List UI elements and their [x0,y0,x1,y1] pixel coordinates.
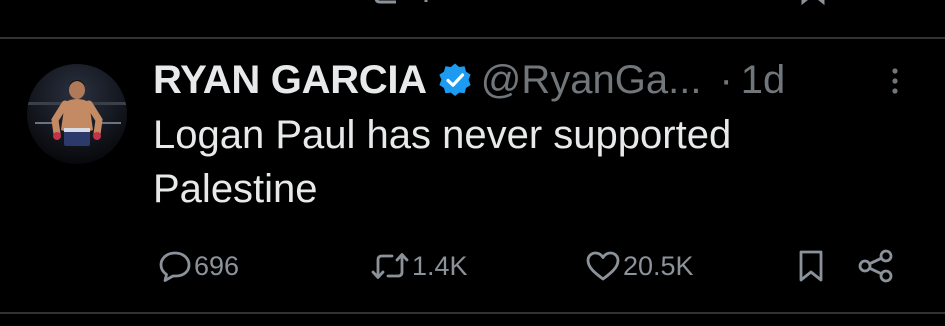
handle[interactable]: @RyanGa... [481,58,702,103]
like-button[interactable]: 20.5K [585,244,694,288]
retweet-button[interactable]: 1.4K [370,244,468,288]
reply-count: 696 [194,250,240,281]
share-button[interactable] [857,244,895,288]
timestamp[interactable]: 1d [741,58,786,103]
reply-button[interactable]: 696 [158,244,239,288]
separator-dot: · [719,57,733,102]
retweet-icon [370,251,410,281]
display-name[interactable]: RYAN GARCIA [153,58,427,103]
top-divider [0,37,945,39]
previous-like-icon[interactable] [594,0,674,6]
share-icon [857,249,895,283]
verified-icon [437,62,473,98]
previous-bookmark-icon[interactable] [800,0,826,6]
retweet-count: 1.4K [412,250,468,281]
timeline: RYAN GARCIA @RyanGa... · 1d Logan Paul h… [0,0,945,326]
previous-retweet-icon[interactable] [372,0,432,6]
avatar[interactable] [27,64,127,164]
previous-share-icon[interactable] [860,0,894,6]
tweet[interactable]: RYAN GARCIA @RyanGa... · 1d Logan Paul h… [0,40,945,310]
more-icon[interactable] [884,66,906,96]
like-count: 20.5K [623,250,694,281]
bookmark-button[interactable] [797,244,825,288]
like-icon [585,250,621,282]
tweet-text: Logan Paul has never supported Palestine [153,113,732,211]
bottom-divider [0,312,945,314]
reply-icon [158,250,192,282]
bookmark-icon [797,249,825,283]
tweet-actions: 696 1.4K 20.5K [0,244,945,288]
tweet-header: RYAN GARCIA @RyanGa... · 1d [153,56,785,104]
previous-tweet-actions [0,0,945,8]
